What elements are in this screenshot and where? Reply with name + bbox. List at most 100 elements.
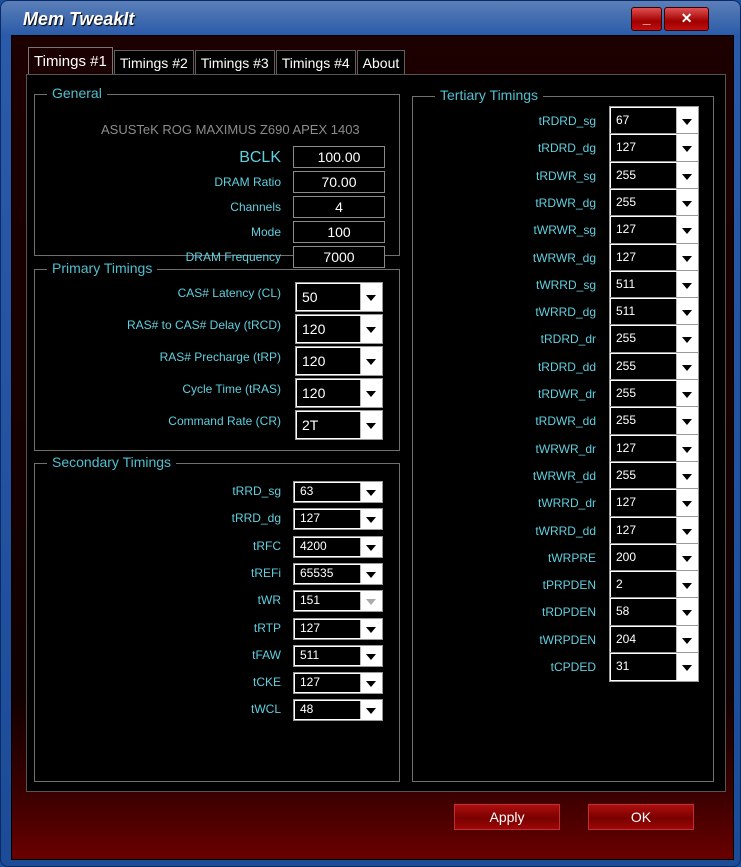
trtp-label: tRTP [253, 620, 281, 635]
twrwr-dg-dropdown[interactable]: 127 [609, 242, 699, 273]
twr-dropdown[interactable]: 151 [293, 590, 383, 613]
trdpden-label: tRDPDEN [541, 605, 596, 620]
close-button[interactable]: ✕ [664, 7, 709, 31]
minimize-button[interactable]: _ [631, 7, 663, 31]
chevron-down-icon[interactable] [676, 517, 697, 544]
twrrd-sg-label: tWRRD_sg [535, 277, 596, 292]
channels-value: 4 [293, 196, 385, 218]
chevron-down-icon[interactable] [676, 353, 697, 380]
trcd-dropdown[interactable]: 120 [295, 314, 383, 344]
title-bar[interactable]: Mem TweakIt _ ✕ [1, 1, 741, 35]
trdrd-sg-value: 67 [611, 108, 676, 134]
trtp-dropdown[interactable]: 127 [293, 617, 383, 640]
twrrd-dr-label: tWRRD_dr [537, 496, 596, 511]
apply-button[interactable]: Apply [453, 803, 561, 831]
tfaw-dropdown[interactable]: 511 [293, 644, 383, 667]
trdpden-dropdown[interactable]: 58 [609, 597, 699, 628]
chevron-down-icon[interactable] [676, 490, 697, 517]
chevron-down-icon[interactable] [676, 654, 697, 680]
trdwr-sg-dropdown[interactable]: 255 [609, 160, 699, 191]
trp-label: RAS# Precharge (tRP) [159, 350, 281, 364]
twrrd-dd-dropdown[interactable]: 127 [609, 515, 699, 546]
tprpden-dropdown[interactable]: 2 [609, 570, 699, 601]
trrd-sg-dropdown[interactable]: 63 [293, 481, 383, 503]
chevron-down-icon[interactable] [676, 299, 697, 326]
chevron-down-icon[interactable] [676, 572, 697, 599]
chevron-down-icon[interactable] [676, 381, 697, 407]
trdrd-dg-dropdown[interactable]: 127 [609, 133, 699, 164]
chevron-down-icon[interactable] [676, 162, 697, 189]
chevron-down-icon[interactable] [360, 316, 381, 342]
twrwr-dr-dropdown[interactable]: 127 [609, 433, 699, 464]
tras-dropdown[interactable]: 120 [295, 378, 383, 408]
chevron-down-icon[interactable] [360, 348, 381, 374]
chevron-down-icon[interactable] [360, 380, 381, 406]
chevron-down-icon[interactable] [360, 619, 381, 638]
command-rate-dropdown[interactable]: 2T [295, 410, 383, 440]
tab-timings-1[interactable]: Timings #1 [28, 47, 113, 74]
chevron-down-icon[interactable] [360, 701, 381, 720]
tab-timings-4[interactable]: Timings #4 [275, 50, 356, 74]
twrwr-dd-dropdown[interactable]: 255 [609, 460, 699, 491]
chevron-down-icon[interactable] [676, 271, 697, 298]
chevron-down-icon[interactable] [676, 326, 697, 353]
trdwr-dr-dropdown[interactable]: 255 [609, 379, 699, 409]
trefi-dropdown[interactable]: 65535 [293, 562, 383, 585]
chevron-down-icon[interactable] [360, 510, 381, 529]
chevron-down-icon[interactable] [360, 646, 381, 665]
twrrd-dr-dropdown[interactable]: 127 [609, 488, 699, 519]
trdrd-dd-value: 255 [611, 353, 676, 380]
chevron-down-icon[interactable] [360, 674, 381, 693]
chevron-down-icon[interactable] [676, 435, 697, 462]
tab-about[interactable]: About [356, 50, 406, 74]
chevron-down-icon[interactable] [676, 626, 697, 653]
twrwr-sg-dropdown[interactable]: 127 [609, 215, 699, 246]
cas-latency-dropdown[interactable]: 50 [295, 282, 383, 312]
chevron-down-icon[interactable] [676, 135, 697, 162]
chevron-down-icon[interactable] [676, 462, 697, 489]
trdwr-dg-dropdown[interactable]: 255 [609, 187, 699, 218]
ok-button[interactable]: OK [587, 803, 695, 831]
twcl-value: 48 [295, 701, 360, 720]
trdrd-sg-dropdown[interactable]: 67 [609, 106, 699, 136]
chevron-down-icon[interactable] [676, 217, 697, 244]
chevron-down-icon[interactable] [360, 284, 381, 310]
twrpre-dropdown[interactable]: 200 [609, 542, 699, 573]
twrrd-sg-dropdown[interactable]: 511 [609, 269, 699, 300]
trrd-dg-dropdown[interactable]: 127 [293, 508, 383, 531]
chevron-down-icon[interactable] [360, 412, 381, 438]
tcpded-dropdown[interactable]: 31 [609, 652, 699, 682]
chevron-down-icon[interactable] [676, 408, 697, 435]
trdwr-dd-dropdown[interactable]: 255 [609, 406, 699, 437]
twcl-dropdown[interactable]: 48 [293, 699, 383, 722]
trdwr-dr-label: tRDWR_dr [537, 387, 596, 401]
twrrd-dg-dropdown[interactable]: 511 [609, 297, 699, 328]
chevron-down-icon[interactable] [676, 244, 697, 271]
chevron-down-icon[interactable] [676, 108, 697, 134]
general-group: General ASUSTeK ROG MAXIMUS Z690 APEX 14… [34, 85, 400, 268]
tcke-dropdown[interactable]: 127 [293, 672, 383, 695]
trdrd-dr-dropdown[interactable]: 255 [609, 324, 699, 355]
chevron-down-icon[interactable] [360, 483, 381, 501]
chevron-down-icon[interactable] [360, 537, 381, 556]
chevron-down-icon[interactable] [676, 599, 697, 626]
trdwr-dg-label: tRDWR_dg [535, 195, 596, 210]
chevron-down-icon[interactable] [676, 544, 697, 571]
trdrd-dd-dropdown[interactable]: 255 [609, 351, 699, 382]
chevron-down-icon[interactable] [676, 189, 697, 216]
dram-ratio-label: DRAM Ratio [214, 175, 281, 189]
trdwr-dd-label: tRDWR_dd [535, 414, 596, 429]
trfc-dropdown[interactable]: 4200 [293, 535, 383, 558]
chevron-down-icon[interactable] [360, 564, 381, 583]
trdrd-sg-label: tRDRD_sg [538, 114, 596, 128]
window-frame: Mem TweakIt _ ✕ Timings #1 Timings #2 Ti… [0, 0, 741, 867]
chevron-down-icon[interactable] [360, 592, 381, 611]
trp-dropdown[interactable]: 120 [295, 346, 383, 376]
twrwr-dd-value: 255 [611, 462, 676, 489]
tfaw-label: tFAW [252, 647, 281, 662]
tab-timings-2[interactable]: Timings #2 [113, 50, 194, 74]
tab-timings-3[interactable]: Timings #3 [194, 50, 275, 74]
trp-value: 120 [297, 348, 360, 374]
twrpden-dropdown[interactable]: 204 [609, 624, 699, 655]
tprpden-value: 2 [611, 572, 676, 599]
